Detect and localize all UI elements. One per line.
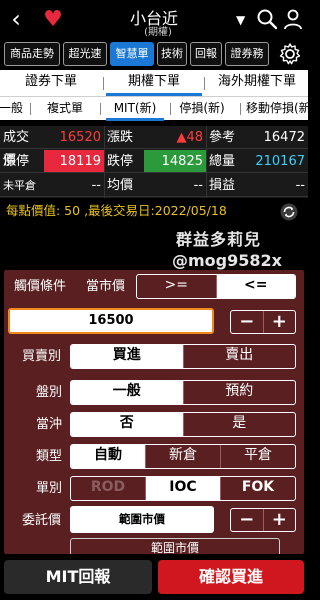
open-interest-value: --	[44, 174, 104, 197]
delegate-price-select[interactable]: 範圍市價	[70, 506, 214, 533]
mit-report-button[interactable]: MIT回報	[4, 560, 152, 594]
close-position-option[interactable]: 平倉	[220, 445, 295, 468]
product-dropdown-icon[interactable]: ▼	[236, 13, 245, 27]
change-label: 漲跌	[104, 126, 144, 149]
ioc-option[interactable]: IOC	[145, 477, 220, 500]
change-value: ▲48	[144, 126, 206, 149]
total-volume-label: 總量	[206, 150, 242, 173]
minus-icon[interactable]: −	[231, 509, 263, 531]
refresh-icon[interactable]	[280, 203, 298, 221]
day-trade-toggle: 否 是	[70, 412, 296, 437]
trigger-operator-toggle: >= <=	[136, 274, 296, 299]
tab-futures-options-order[interactable]: 期權下單	[106, 70, 202, 96]
tab-divider	[204, 77, 205, 90]
watermark-name: 群益多莉兒	[176, 230, 262, 249]
tab-divider	[30, 103, 31, 115]
product-subtitle: (期權)	[144, 27, 172, 38]
search-icon[interactable]	[256, 8, 278, 30]
tab-divider	[100, 103, 101, 115]
subtab-mit[interactable]: MIT(新)	[106, 97, 164, 121]
point-value-info: 每點價值: 50 ,最後交易日:2022/05/18	[6, 203, 227, 218]
buy-option[interactable]: 買進	[71, 345, 183, 368]
subtab-stop-loss[interactable]: 停損(新)	[176, 97, 228, 121]
sell-option[interactable]: 賣出	[182, 345, 296, 368]
order-tab-bar: 證券下單 期權下單 海外期權下單	[0, 70, 308, 96]
plus-icon[interactable]: +	[262, 311, 296, 333]
position-type-toggle: 自動 新倉 平倉	[70, 444, 296, 469]
trigger-condition-label: 觸價條件	[14, 279, 67, 294]
reserve-session-option[interactable]: 預約	[182, 381, 296, 404]
subtab-combo[interactable]: 複式單	[36, 97, 94, 121]
minus-icon[interactable]: −	[231, 311, 263, 333]
profit-loss-value: --	[242, 174, 308, 197]
order-type-toggle: ROD IOC FOK	[70, 476, 296, 501]
last-price-label: 成交價	[0, 126, 44, 168]
new-position-option[interactable]: 新倉	[145, 445, 220, 468]
operator-lte-option[interactable]: <=	[215, 275, 295, 298]
session-toggle: 一般 預約	[70, 380, 296, 405]
price-stepper: − +	[230, 310, 296, 334]
speed-order-button[interactable]: 超光速	[63, 42, 107, 66]
day-trade-label: 當沖	[36, 417, 63, 432]
grid-divider	[206, 126, 207, 198]
user-account-icon[interactable]	[282, 8, 304, 30]
day-trade-no-option[interactable]: 否	[71, 413, 183, 436]
limit-down-label: 跌停	[104, 150, 144, 173]
smart-order-button[interactable]: 智慧單	[110, 42, 154, 66]
tab-overseas-order[interactable]: 海外期權下單	[206, 70, 308, 96]
tab-securities-order[interactable]: 證券下單	[0, 70, 102, 96]
trigger-price-input[interactable]: 16500	[8, 308, 214, 334]
average-price-value: --	[144, 174, 206, 197]
favorite-heart-icon[interactable]: ♥	[40, 8, 66, 32]
regular-session-option[interactable]: 一般	[71, 381, 183, 404]
day-trade-yes-option[interactable]: 是	[182, 413, 296, 436]
settings-gear-icon[interactable]	[278, 42, 302, 66]
mit-order-panel: 觸價條件 當市價 >= <= 16500 − + 買賣別 買進 賣出 盤別 一般…	[4, 270, 304, 554]
auto-option[interactable]: 自動	[71, 445, 145, 468]
rod-option[interactable]: ROD	[71, 477, 145, 500]
total-volume-value: 210167	[242, 150, 308, 173]
profit-loss-label: 損益	[206, 174, 242, 197]
tool-button-row: 商品走勢 超光速 智慧單 技術 回報 證券務	[0, 42, 308, 68]
order-type-subtab-bar: 一般 複式單 MIT(新) 停損(新) 移動停損(新)	[0, 96, 308, 121]
tab-divider	[103, 77, 104, 90]
trigger-market-price-label: 當市價	[86, 279, 126, 294]
chart-trend-button[interactable]: 商品走勢	[4, 42, 60, 66]
tab-divider	[240, 103, 241, 115]
average-price-label: 均價	[104, 174, 144, 197]
side-toggle: 買進 賣出	[70, 344, 296, 369]
securities-service-button[interactable]: 證券務	[225, 42, 269, 66]
delegate-price-stepper: − +	[230, 508, 296, 532]
subtab-normal[interactable]: 一般	[0, 97, 28, 121]
grid-divider	[104, 126, 105, 198]
confirm-buy-button[interactable]: 確認買進	[158, 560, 304, 594]
watermark-handle: @mog9582x	[172, 251, 282, 270]
limit-up-value: 18119	[44, 150, 104, 173]
reference-value: 16472	[242, 126, 308, 149]
limit-up-label: 漲停	[0, 150, 44, 173]
plus-icon[interactable]: +	[262, 509, 296, 531]
tab-divider	[170, 103, 171, 115]
top-bar: ‹ ♥ 小台近 (期權) ▼	[0, 0, 308, 40]
reference-label: 參考	[206, 126, 242, 149]
fok-option[interactable]: FOK	[220, 477, 295, 500]
operator-gte-option[interactable]: >=	[137, 275, 216, 298]
delegate-price-label: 委託價	[22, 513, 62, 528]
side-label: 買賣別	[22, 349, 62, 364]
position-type-label: 類型	[36, 449, 63, 464]
contract-info-line: 每點價值: 50 ,最後交易日:2022/05/18	[0, 200, 308, 222]
limit-down-value: 14825	[144, 150, 206, 173]
open-interest-label: 未平倉	[0, 174, 44, 197]
subtab-trailing-stop[interactable]: 移動停損(新)	[246, 97, 308, 121]
session-label: 盤別	[36, 385, 63, 400]
back-chevron-icon[interactable]: ‹	[4, 6, 28, 34]
technical-button[interactable]: 技術	[157, 42, 187, 66]
order-type-label: 單別	[36, 481, 63, 496]
last-price-value: 16520	[44, 126, 104, 149]
price-range-dropdown-peek[interactable]: 範圍市價	[70, 538, 280, 554]
quote-grid: 成交價 16520 漲跌 ▲48 參考 16472 漲停 18119 跌停 14…	[0, 126, 308, 198]
product-title[interactable]: 小台近	[112, 5, 196, 28]
report-button[interactable]: 回報	[190, 42, 222, 66]
